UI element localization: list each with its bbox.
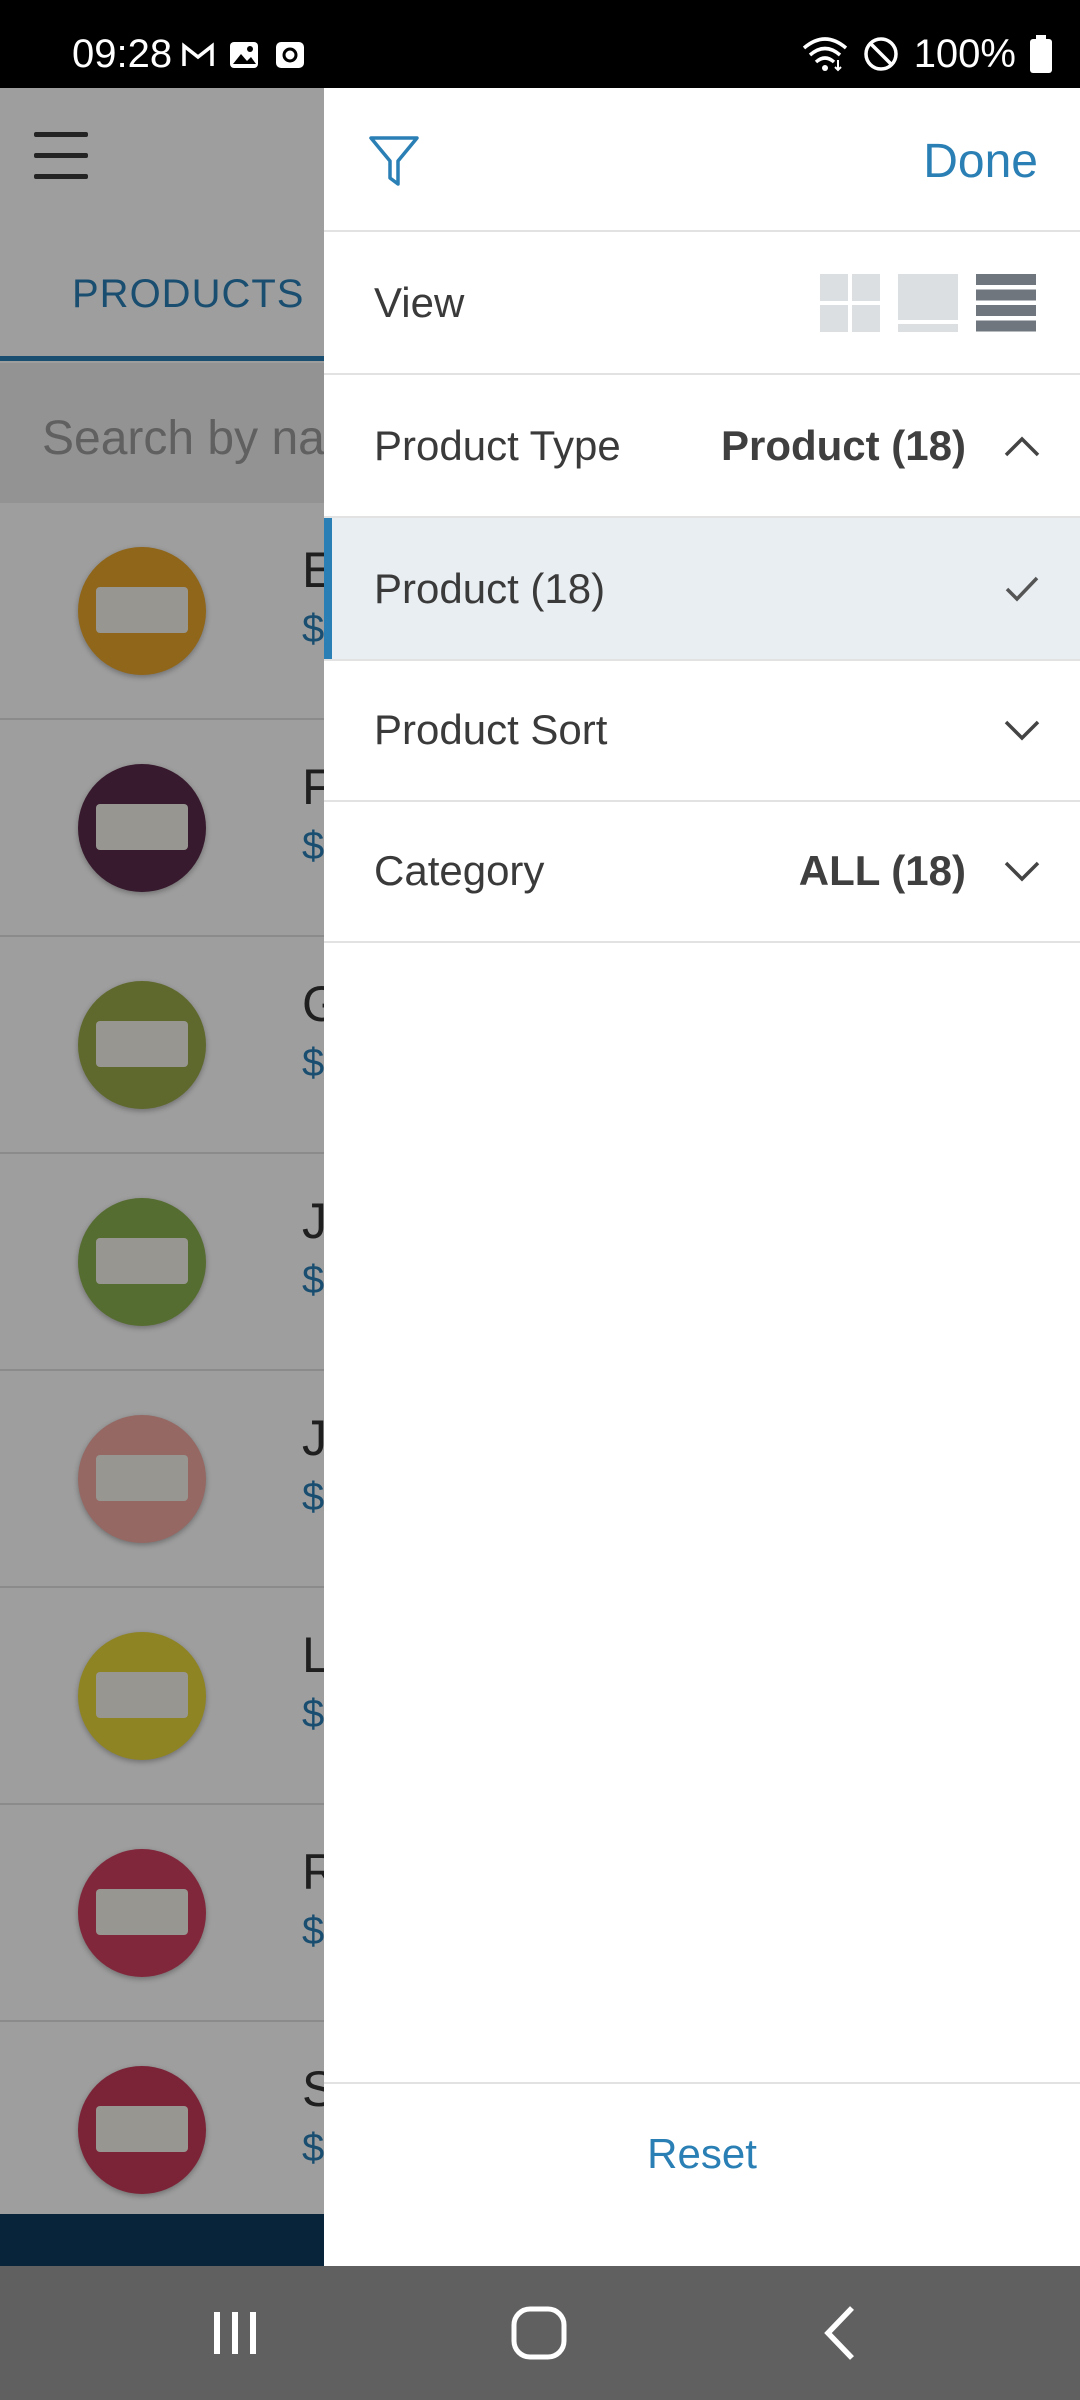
reset-button[interactable]: Reset: [324, 2130, 1080, 2178]
back-icon[interactable]: [806, 2300, 876, 2366]
gallery-icon: [230, 42, 258, 68]
chevron-down-icon: [1004, 720, 1040, 740]
filter-icon: [369, 136, 419, 186]
view-row: View: [324, 232, 1080, 375]
chevron-up-icon: [1004, 436, 1040, 456]
product-type-label: Product Type: [374, 421, 621, 469]
product-sort-row[interactable]: Product Sort: [324, 659, 1080, 802]
product-type-option-label: Product (18): [374, 564, 606, 612]
battery-percent: 100%: [913, 32, 1016, 76]
category-label: Category: [374, 846, 545, 894]
product-type-row[interactable]: Product Type Product (18): [324, 375, 1080, 518]
battery-icon: [1030, 35, 1052, 73]
category-value: ALL (18): [798, 846, 966, 894]
system-nav-bar: [0, 2266, 1080, 2400]
status-bar: 09:28 100%: [0, 0, 1080, 88]
gmail-icon: [182, 42, 214, 66]
status-time: 09:28: [72, 32, 173, 76]
drawer-footer: Reset: [324, 2082, 1080, 2268]
card-view-icon[interactable]: [898, 274, 958, 332]
product-type-option[interactable]: Product (18): [324, 518, 1080, 661]
chevron-down-icon: [1004, 861, 1040, 881]
do-not-disturb-icon: [863, 37, 898, 71]
done-button[interactable]: Done: [923, 134, 1038, 189]
drawer-header: Done: [324, 88, 1080, 232]
grid-view-icon[interactable]: [820, 274, 880, 332]
screen-recorder-icon: [276, 42, 304, 68]
home-icon[interactable]: [504, 2300, 574, 2366]
product-type-value: Product (18): [720, 421, 966, 469]
recent-apps-icon[interactable]: [200, 2300, 270, 2366]
view-label: View: [374, 278, 465, 326]
category-row[interactable]: Category ALL (18): [324, 800, 1080, 943]
list-view-icon[interactable]: [976, 274, 1036, 332]
filter-drawer: Done View Product Type Product (18) Prod…: [324, 88, 1080, 2266]
product-sort-label: Product Sort: [374, 705, 608, 753]
selection-indicator: [324, 518, 332, 659]
wifi-icon: [802, 37, 847, 72]
checkmark-icon: [1005, 576, 1039, 602]
